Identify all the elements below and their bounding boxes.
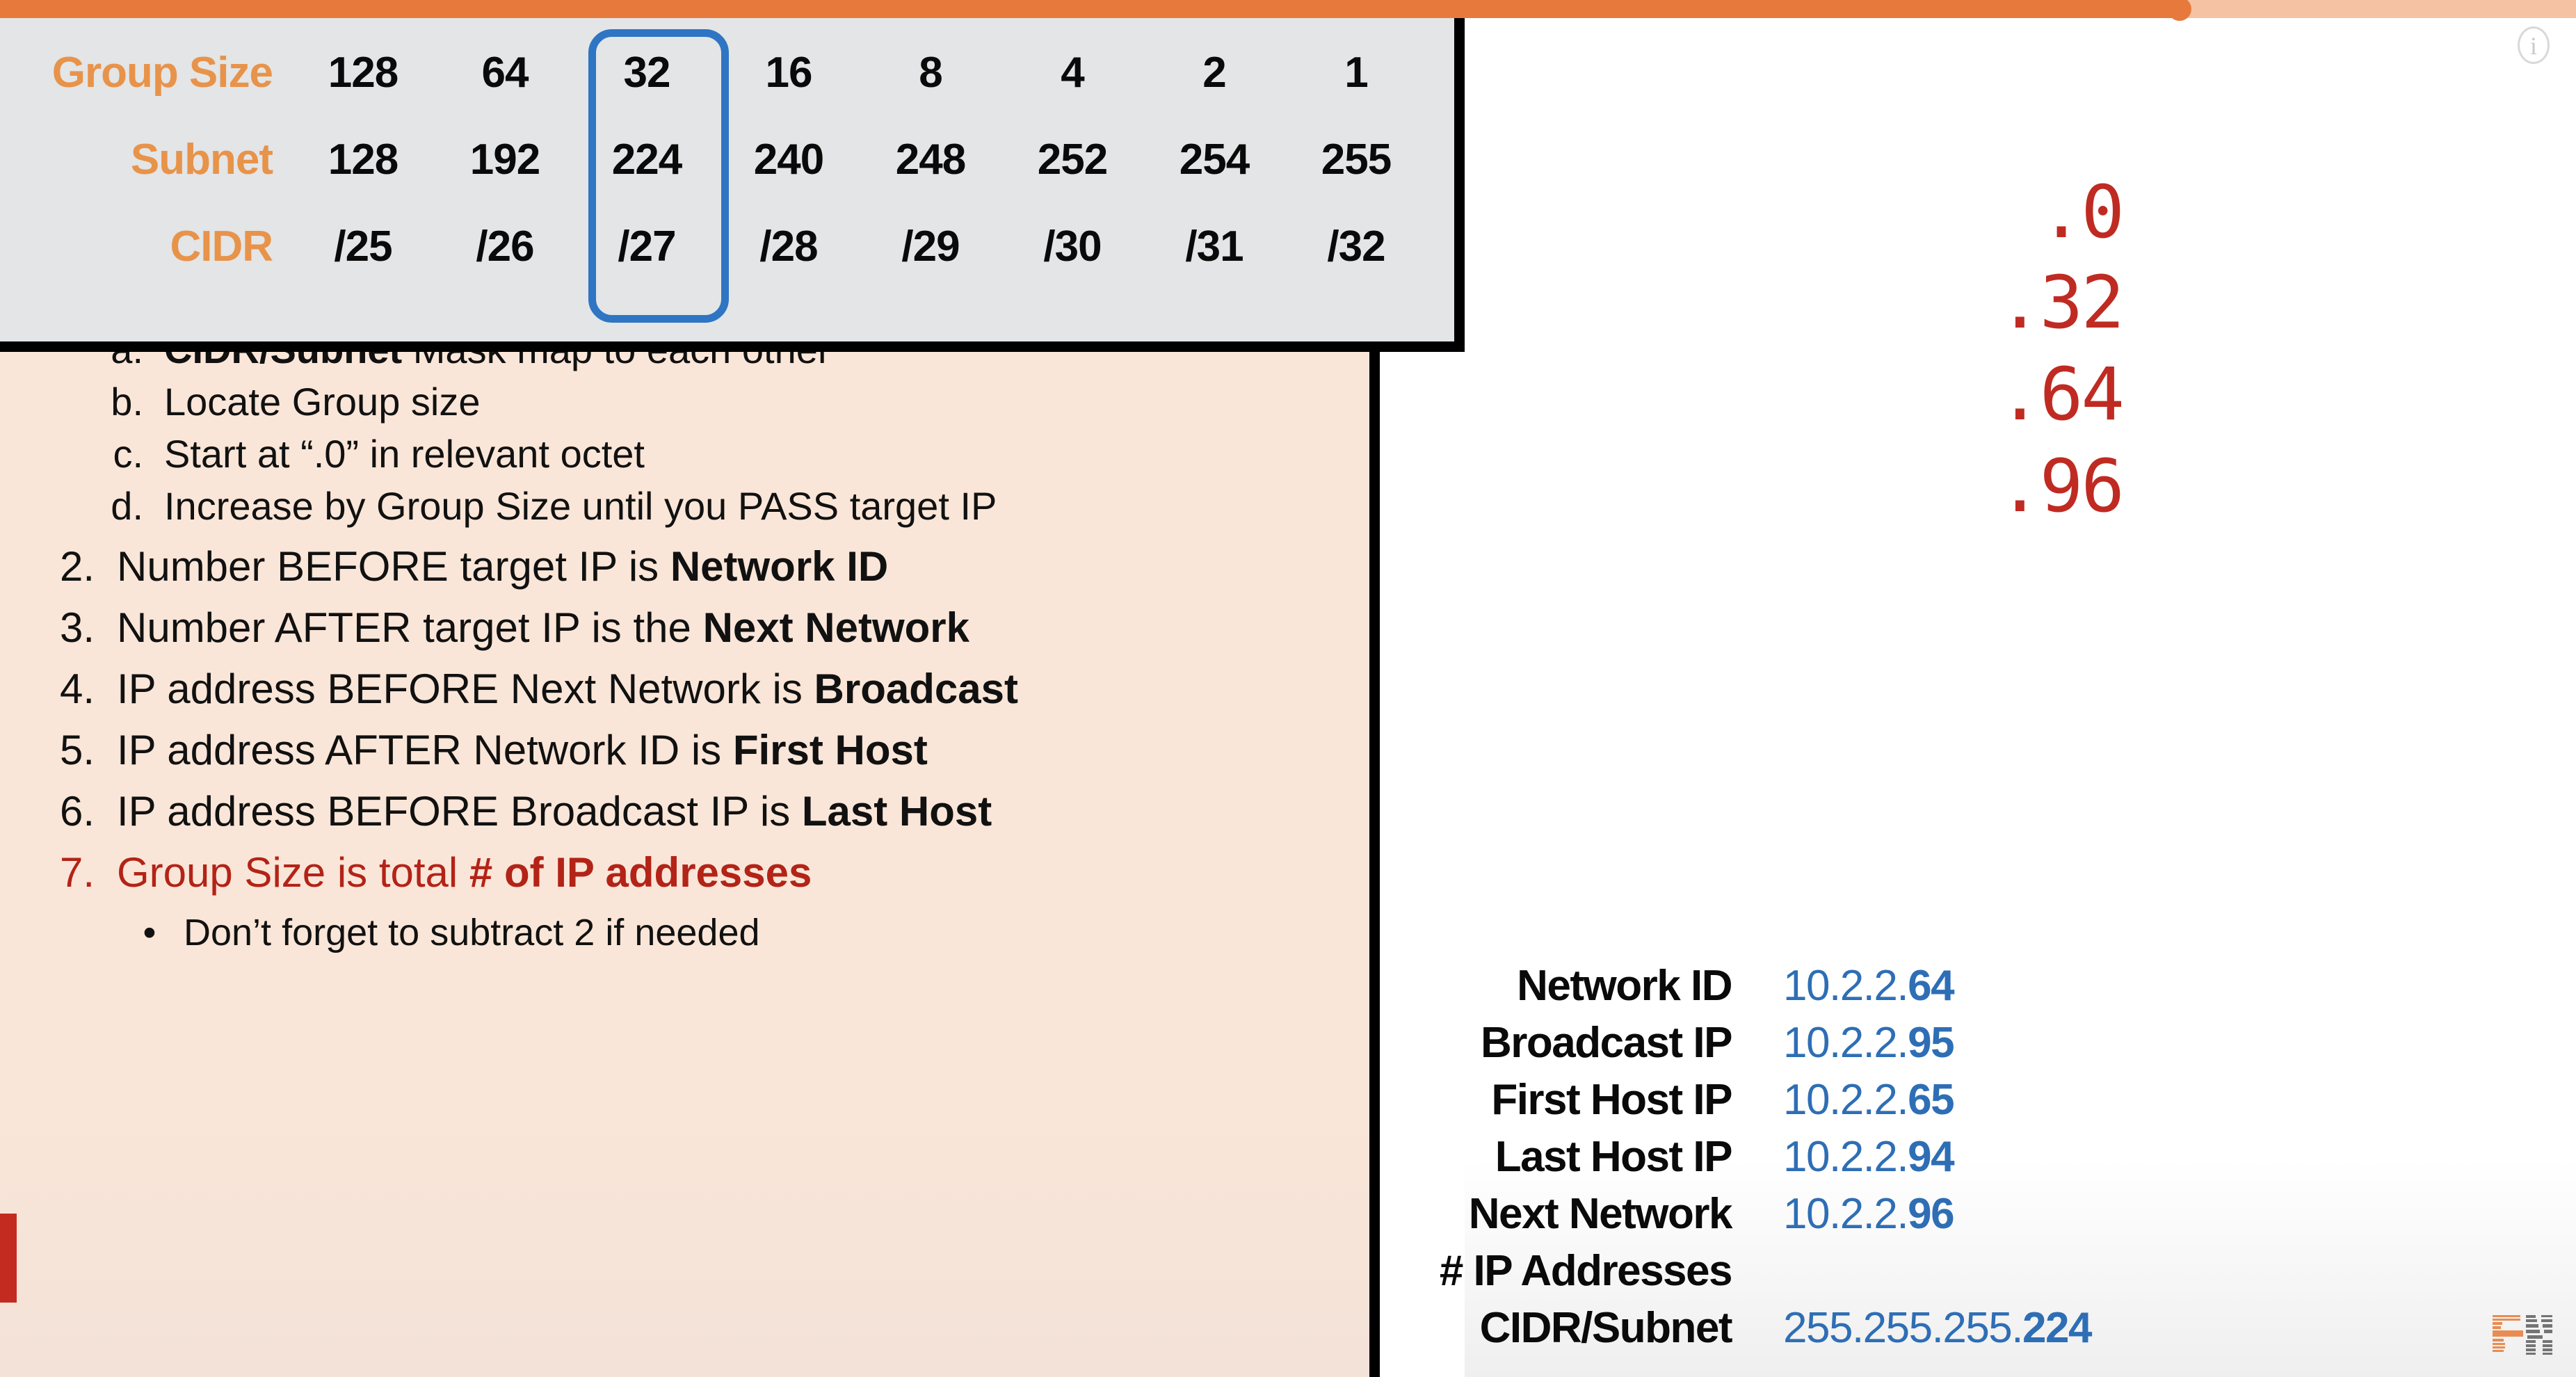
video-progress-played — [0, 0, 2180, 18]
cheat-sheet-cell: /27 — [618, 222, 676, 271]
result-label: First Host IP — [1491, 1076, 1732, 1124]
result-value: 10.2.2.94 — [1783, 1133, 1955, 1181]
cheat-sheet-cell: 1 — [1344, 48, 1368, 97]
step-marker: c. — [113, 432, 143, 476]
result-row: Network ID 10.2.2.64 — [1398, 961, 2441, 1018]
cheat-sheet-cell: 64 — [481, 48, 529, 97]
step-marker: 5. — [59, 727, 95, 773]
step-item: 7. Group Size is total # of IP addresses — [49, 848, 812, 896]
step-text: Don’t forget to subtract 2 if needed — [184, 912, 760, 953]
step-item: d. Increase by Group Size until you PASS … — [103, 483, 997, 529]
cheat-sheet-cell: 255 — [1321, 135, 1392, 184]
result-value: 10.2.2.96 — [1783, 1190, 1955, 1238]
cheat-sheet-cell: 252 — [1037, 135, 1108, 184]
step-text: IP address BEFORE Broadcast IP is Last H… — [117, 788, 992, 835]
result-row: Next Network 10.2.2.96 — [1398, 1189, 2441, 1246]
step-text: IP address BEFORE Next Network is Broadc… — [117, 666, 1018, 712]
cheat-sheet-cell: 16 — [765, 48, 813, 97]
result-row: CIDR/Subnet 255.255.255.224 — [1398, 1303, 2441, 1360]
step-item: c. Start at “.0” in relevant octet — [103, 431, 645, 476]
cheat-sheet-row-group-size: Group Size 128 64 32 16 8 4 2 1 — [0, 31, 1447, 114]
cheat-sheet-cell: 8 — [919, 48, 942, 97]
result-row: Last Host IP 10.2.2.94 — [1398, 1132, 2441, 1189]
cheat-sheet-cell: 128 — [328, 135, 399, 184]
step-item: 2. Number BEFORE target IP is Network ID — [49, 542, 888, 590]
step-marker: 3. — [59, 604, 95, 651]
cheat-sheet-label: Group Size — [51, 48, 273, 97]
steps-panel: 1.Use given CIDR/mask to find column on … — [0, 352, 1380, 1377]
step-text: IP address AFTER Network ID is First Hos… — [117, 727, 928, 773]
step-item: a. CIDR/Subnet Mask map to each other — [103, 352, 831, 372]
step-item: 3. Number AFTER target IP is the Next Net… — [49, 604, 969, 652]
octet-step: .96 — [1998, 444, 2125, 529]
step-marker: 4. — [59, 666, 95, 712]
cheat-sheet-cell: 32 — [623, 48, 671, 97]
cheat-sheet-cell: /30 — [1043, 222, 1102, 271]
subnet-cheat-sheet-panel: Group Size 128 64 32 16 8 4 2 1 Subnet 128 192 224 2… — [0, 10, 1465, 352]
step-text: Number BEFORE target IP is Network ID — [117, 543, 889, 590]
step-marker: b. — [111, 380, 143, 424]
step-marker: 6. — [59, 788, 95, 835]
step-item: 5. IP address AFTER Network ID is First H… — [49, 726, 928, 774]
step-marker: a. — [103, 352, 143, 372]
step-item: b. Locate Group size — [103, 379, 480, 424]
result-label: # IP Addresses — [1439, 1247, 1733, 1295]
results-table: Network ID 10.2.2.64 Broadcast IP 10.2.2.95… — [1398, 961, 2441, 1360]
slide-accent-marker — [0, 1214, 17, 1303]
cheat-sheet-cell: /26 — [476, 222, 534, 271]
result-value: 255.255.255.224 — [1783, 1304, 2092, 1352]
result-value: 10.2.2.95 — [1783, 1019, 1955, 1067]
info-icon[interactable]: i — [2518, 26, 2550, 64]
video-progress-thumb[interactable] — [2167, 0, 2191, 21]
step-text: Increase by Group Size until you PASS ta… — [164, 484, 997, 528]
result-row: First Host IP 10.2.2.65 — [1398, 1075, 2441, 1132]
video-slide-screenshot: i Group Size 128 64 32 16 8 4 2 1 Subnet 128 192 22… — [0, 0, 2576, 1377]
step-marker: d. — [111, 484, 143, 528]
step-text: Start at “.0” in relevant octet — [164, 432, 645, 476]
result-label: CIDR/Subnet — [1479, 1304, 1733, 1352]
cheat-sheet-cell: 254 — [1179, 135, 1250, 184]
cheat-sheet-cell: 4 — [1061, 48, 1084, 97]
cheat-sheet-cell: 248 — [895, 135, 966, 184]
step-marker: 2. — [59, 543, 95, 590]
worked-example-area: 10.2.2.88/27 .0.32.64.96 Network ID10.2.… — [1440, 18, 2576, 1377]
cheat-sheet-cell: /28 — [759, 222, 818, 271]
result-label: Broadcast IP — [1480, 1019, 1733, 1067]
video-progress-bar[interactable] — [0, 0, 2576, 21]
octet-step: .32 — [1998, 260, 2125, 345]
step-text: Locate Group size — [164, 380, 481, 424]
cheat-sheet-label: Subnet — [130, 135, 273, 184]
cheat-sheet-cell: 2 — [1202, 48, 1226, 97]
result-row: # IP Addresses — [1398, 1246, 2441, 1303]
pn-logo — [2493, 1315, 2552, 1355]
cheat-sheet-cell: 128 — [328, 48, 399, 97]
cheat-sheet-cell: /29 — [901, 222, 960, 271]
result-row: Broadcast IP 10.2.2.95 — [1398, 1018, 2441, 1075]
cheat-sheet-cell: /32 — [1327, 222, 1385, 271]
cheat-sheet-label: CIDR — [170, 222, 273, 271]
step-item: • Don’t forget to subtract 2 if needed — [139, 911, 760, 954]
cheat-sheet-cell: 240 — [753, 135, 824, 184]
cheat-sheet-cell: /31 — [1185, 222, 1243, 271]
cheat-sheet-cell: /25 — [334, 222, 392, 271]
octet-step: .0 — [2039, 170, 2125, 255]
result-value: 10.2.2.64 — [1783, 962, 1955, 1010]
cheat-sheet-row-subnet: Subnet 128 192 224 240 248 252 254 255 — [0, 118, 1447, 201]
step-item: 6. IP address BEFORE Broadcast IP is Last… — [49, 787, 992, 835]
step-text: Group Size is total # of IP addresses — [117, 849, 812, 896]
result-label: Last Host IP — [1495, 1133, 1733, 1181]
result-label: Network ID — [1517, 962, 1732, 1010]
cheat-sheet-cell: 192 — [469, 135, 540, 184]
result-value: 10.2.2.65 — [1783, 1076, 1955, 1124]
step-text: Number AFTER target IP is the Next Netwo… — [117, 604, 969, 651]
step-text: CIDR/Subnet Mask map to each other — [164, 352, 831, 372]
cheat-sheet-row-cidr: CIDR/25/26/27/28/29/30/31/32 — [0, 204, 1447, 288]
step-marker: • — [143, 912, 156, 953]
result-label: Next Network — [1468, 1190, 1733, 1238]
octet-step: .64 — [1998, 352, 2125, 437]
step-item: 4. IP address BEFORE Next Network is Broa… — [49, 665, 1018, 713]
cheat-sheet-cell: 224 — [611, 135, 682, 184]
step-marker: 7. — [59, 849, 95, 896]
